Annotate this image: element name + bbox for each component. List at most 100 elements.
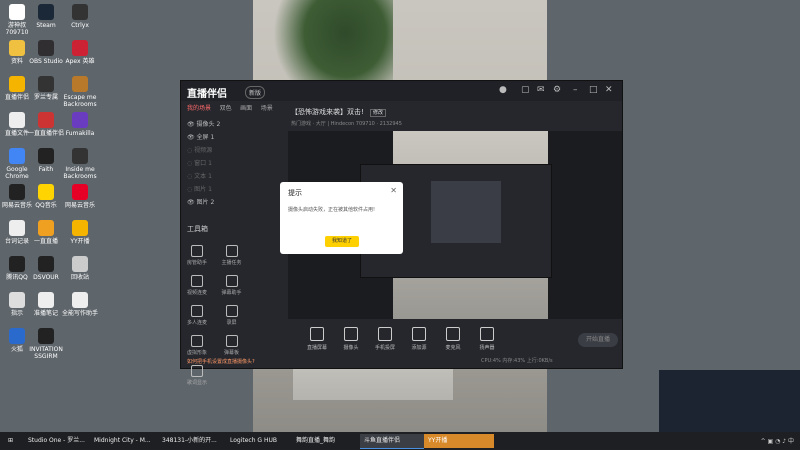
microphone-button[interactable]: 麦克风 <box>438 327 468 351</box>
microphone-icon <box>446 327 460 341</box>
desktop-icon-label: 全能写作助手 <box>61 310 98 317</box>
phone-cast-button[interactable]: 手机投屏 <box>370 327 400 351</box>
app-icon <box>72 148 88 164</box>
tool-item[interactable]: 录屏 <box>217 301 247 331</box>
tool-icon <box>225 275 238 287</box>
tab-scene[interactable]: 场景 <box>261 103 273 112</box>
app-icon <box>72 112 88 128</box>
preview-nested-content <box>431 181 501 243</box>
version-badge[interactable]: 新版 <box>245 86 266 99</box>
system-tray[interactable]: ^ ▣ ◔ ♪ 中 <box>761 436 794 445</box>
tab-color[interactable]: 双色 <box>220 103 232 112</box>
app-logo: 直播伴侣 <box>187 89 227 100</box>
tool-item[interactable]: 弹幕助手 <box>217 271 247 301</box>
desktop-icon[interactable]: 网易云音乐 <box>60 184 100 209</box>
source-item[interactable]: ◌ 窗口 1 <box>181 158 281 171</box>
taskbar-item[interactable]: 舞韵直播_舞韵 <box>292 434 358 448</box>
screen-capture-button[interactable]: 直播屏幕 <box>302 327 332 351</box>
desktop-icon[interactable]: 全能写作助手 <box>60 292 100 317</box>
app-icon <box>9 148 25 164</box>
add-source-button[interactable]: 添加源 <box>404 327 434 351</box>
scene-tabs: 我的场景 双色 画面 场景 <box>181 103 281 117</box>
app-icon <box>38 40 54 56</box>
app-icon <box>38 184 54 200</box>
app-icon <box>9 292 25 308</box>
minimize-icon[interactable]: – <box>573 85 578 95</box>
desktop-icon-sublabel: 709710 <box>5 29 29 36</box>
camera-hint-link[interactable]: 如何把手机设置成直播摄像头? <box>187 358 255 365</box>
edit-title-button[interactable]: 修改 <box>370 109 387 117</box>
app-icon <box>9 4 25 20</box>
taskbar-item[interactable]: YY开播 <box>424 434 494 448</box>
tool-icon <box>191 305 203 317</box>
dialog-close-icon[interactable]: ✕ <box>390 186 397 195</box>
speaker-icon <box>480 327 494 341</box>
app-icon <box>38 4 54 20</box>
tool-item[interactable]: 虚拟形象 <box>182 331 212 361</box>
taskbar-item[interactable]: Midnight City - M... <box>90 434 156 448</box>
room-meta: 热门游戏 · 大厅 | Hindecon 709710 · 2132945 <box>291 121 402 127</box>
desktop-icon-label: YY开播 <box>70 238 90 245</box>
tool-icon <box>225 305 238 317</box>
phone-icon <box>378 327 392 341</box>
start-icon[interactable]: ⊞ <box>4 434 22 448</box>
source-item[interactable]: ◌ 视频源 <box>181 145 281 158</box>
desktop-icon-label: Ctrlyx <box>71 22 89 29</box>
desktop-icon[interactable]: Ctrlyx <box>60 4 100 29</box>
source-item[interactable]: ◌ 图片 1 <box>181 184 281 197</box>
tab-my-scene[interactable]: 我的场景 <box>187 103 211 112</box>
camera-icon <box>344 327 358 341</box>
tool-icon <box>191 275 203 287</box>
go-live-button[interactable]: 开始直播 <box>578 333 618 347</box>
taskbar-item[interactable]: 斗鱼直播伴侣 <box>360 434 424 449</box>
app-icon <box>38 220 54 236</box>
close-icon[interactable]: ✕ <box>605 85 613 95</box>
tool-item[interactable]: 弹幕板 <box>217 331 247 361</box>
desktop-icon[interactable]: 回收站 <box>60 256 100 281</box>
app-icon <box>9 256 25 272</box>
app-icon <box>9 184 25 200</box>
desktop-icon[interactable]: Escape me Backrooms <box>60 76 100 108</box>
tool-item[interactable]: 视频连麦 <box>182 271 212 301</box>
desktop-icon[interactable]: Fumakilla <box>60 112 100 137</box>
avatar-icon[interactable]: ● <box>499 85 507 95</box>
tool-item[interactable]: 主播任务 <box>217 241 247 271</box>
app-icon <box>9 112 25 128</box>
tab-screen[interactable]: 画面 <box>240 103 252 112</box>
desktop-icon-label: INVITATION SSGIRM <box>29 346 63 360</box>
app-icon <box>38 292 54 308</box>
tool-icon <box>225 335 238 347</box>
notice-icon[interactable]: ▢ <box>521 85 530 95</box>
maximize-icon[interactable]: □ <box>589 85 598 95</box>
taskbar-item[interactable]: 348131-小新的开... <box>158 434 224 448</box>
source-item[interactable]: ◌ 文本 1 <box>181 171 281 184</box>
desktop-icon[interactable]: Apex 英雄 <box>60 40 100 65</box>
tool-item[interactable]: 房管助手 <box>182 241 212 271</box>
tool-icon <box>191 365 203 377</box>
desktop-icon[interactable]: Inside me Backrooms <box>60 148 100 180</box>
source-item[interactable]: 👁 全屏 1 <box>181 132 281 145</box>
camera-button[interactable]: 摄像头 <box>336 327 366 351</box>
dialog-ok-button[interactable]: 我知道了 <box>325 236 359 247</box>
desktop-icon-label: Escape me Backrooms <box>63 94 97 108</box>
taskbar-item[interactable]: Studio One - 罗兰... <box>24 434 88 448</box>
monitor-icon <box>310 327 324 341</box>
desktop-icon-label: Fumakilla <box>65 130 95 137</box>
tool-icon <box>225 245 238 257</box>
desktop-starfield <box>659 370 800 432</box>
toolbox-heading: 工具箱 <box>187 225 208 233</box>
desktop-icon[interactable]: YY开播 <box>60 220 100 245</box>
app-icon <box>9 220 25 236</box>
app-icon <box>38 256 54 272</box>
tool-item[interactable]: 歌词显示 <box>182 361 212 391</box>
taskbar-item[interactable]: Logitech G HUB <box>226 434 290 448</box>
speaker-button[interactable]: 扬声器 <box>472 327 502 351</box>
mail-icon[interactable]: ✉ <box>537 85 545 95</box>
source-item[interactable]: 👁 摄像头 2 <box>181 119 281 132</box>
settings-icon[interactable]: ⚙ <box>553 85 561 95</box>
desktop-icon[interactable]: INVITATION SSGIRM <box>26 328 66 360</box>
tool-item[interactable]: 多人连麦 <box>182 301 212 331</box>
app-icon <box>38 112 54 128</box>
source-item[interactable]: 👁 图片 2 <box>181 197 281 210</box>
dialog-title: 提示 <box>288 189 302 197</box>
